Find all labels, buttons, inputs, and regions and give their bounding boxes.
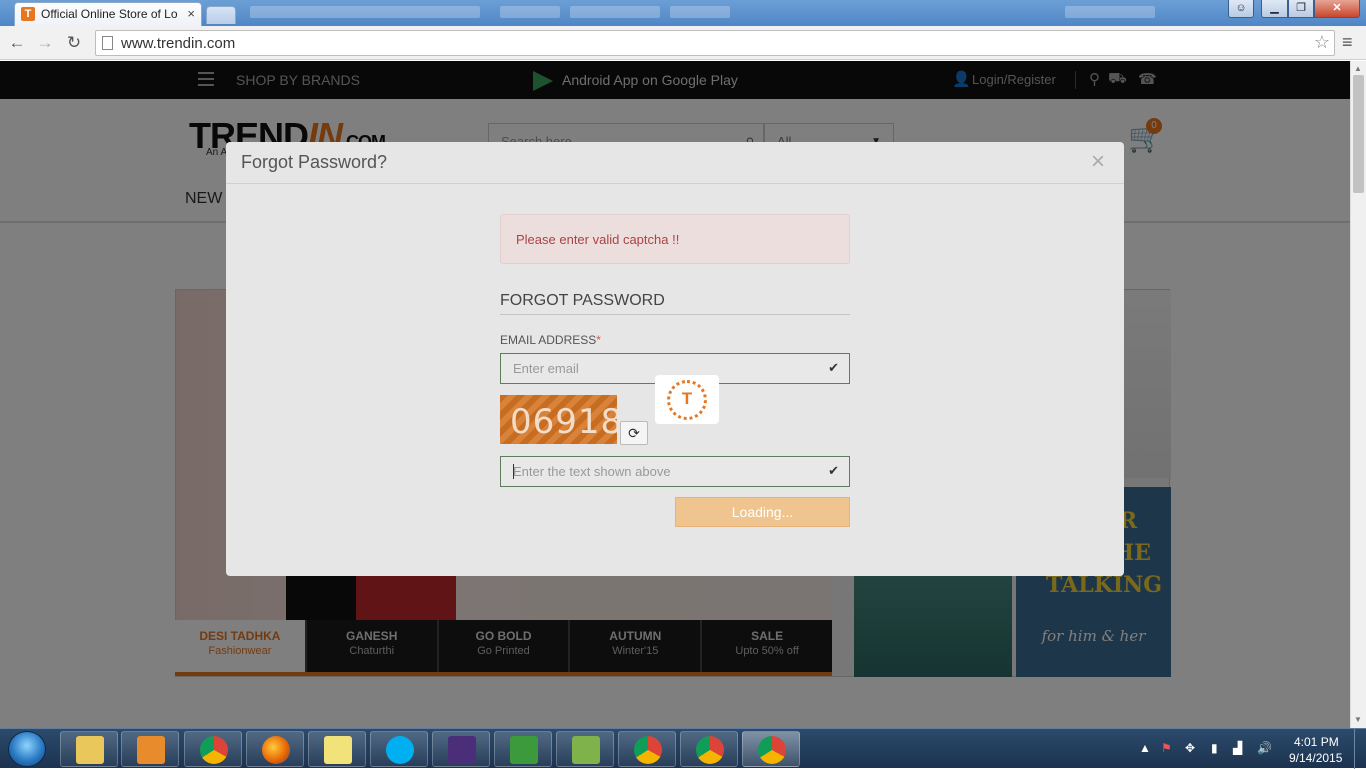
window-title-blur — [500, 6, 560, 18]
bookmark-star-icon[interactable]: ☆ — [1314, 32, 1330, 53]
taskbar-skype-button[interactable] — [370, 731, 428, 767]
forgot-password-modal: Forgot Password? × Please enter valid ca… — [226, 142, 1124, 576]
taskbar-chrome-button-2[interactable] — [618, 731, 676, 767]
show-desktop-button[interactable] — [1354, 729, 1366, 769]
media-player-icon — [137, 736, 165, 764]
browser-tab-active[interactable]: T Official Online Store of Lo × — [14, 2, 202, 26]
taskbar-media-button[interactable] — [121, 731, 179, 767]
notepad-icon — [572, 736, 600, 764]
action-center-flag-icon[interactable]: ⚑ — [1161, 741, 1172, 755]
tab-title: Official Online Store of Lo — [41, 7, 178, 21]
taskbar-app-s-button[interactable] — [494, 731, 552, 767]
user-profile-icon[interactable]: ☺ — [1228, 0, 1254, 18]
clock-time[interactable]: 4:01 PM — [1294, 735, 1339, 749]
taskbar-chrome-button-active[interactable] — [742, 731, 800, 767]
folder-icon — [76, 736, 104, 764]
taskbar-editor-button[interactable] — [556, 731, 614, 767]
spinner-logo: T — [681, 389, 693, 408]
taskbar-firefox-button[interactable] — [246, 731, 304, 767]
modal-dim-veil — [226, 142, 1124, 576]
java-ee-ide-icon — [448, 736, 476, 764]
chrome-icon — [758, 736, 786, 764]
start-button[interactable] — [8, 731, 46, 767]
reload-icon[interactable]: ↻ — [63, 32, 85, 54]
taskbar-chrome-button-3[interactable] — [680, 731, 738, 767]
taskbar-notes-button[interactable] — [308, 731, 366, 767]
chrome-icon — [200, 736, 228, 764]
clock-date[interactable]: 9/14/2015 — [1289, 751, 1342, 765]
scroll-thumb[interactable] — [1353, 75, 1364, 193]
scroll-up-icon[interactable]: ▲ — [1354, 64, 1362, 73]
window-title-blur — [570, 6, 660, 18]
green-s-app-icon — [510, 736, 538, 764]
volume-icon[interactable]: 🔊 — [1257, 741, 1272, 755]
url-text[interactable]: www.trendin.com — [121, 35, 235, 52]
address-bar[interactable]: www.trendin.com ☆ — [95, 30, 1335, 56]
site-favicon-icon: T — [21, 7, 35, 21]
scroll-down-icon[interactable]: ▼ — [1354, 715, 1362, 724]
page-viewport: SHOP BY BRANDS Android App on Google Pla… — [0, 61, 1350, 728]
tab-close-icon[interactable]: × — [187, 3, 195, 25]
maximize-button[interactable]: ❐ — [1288, 0, 1314, 18]
skype-icon — [386, 736, 414, 764]
page-icon — [102, 36, 113, 50]
close-window-button[interactable]: ✕ — [1314, 0, 1360, 18]
back-arrow-icon[interactable]: ← — [6, 32, 28, 54]
sticky-notes-icon — [324, 736, 352, 764]
new-tab-button[interactable] — [206, 6, 236, 24]
show-hidden-icons-icon[interactable]: ▲ — [1139, 741, 1151, 755]
window-title-blur — [670, 6, 730, 18]
window-title-blur — [1065, 6, 1155, 18]
windows-taskbar: ▲ ⚑ ✥ ▮ ▟ 🔊 4:01 PM 9/14/2015 — [0, 728, 1366, 769]
forward-arrow-icon[interactable]: → — [34, 32, 56, 54]
dropbox-icon[interactable]: ✥ — [1185, 741, 1195, 755]
minimize-button[interactable]: ▁ — [1261, 0, 1288, 18]
taskbar-explorer-button[interactable] — [60, 731, 118, 767]
chrome-icon — [634, 736, 662, 764]
page-scrollbar[interactable]: ▲ ▼ — [1350, 61, 1366, 728]
browser-titlebar: T Official Online Store of Lo × ☺ ▁ ❐ ✕ — [0, 0, 1366, 26]
loading-spinner: T — [655, 375, 719, 424]
taskbar-java-ide-button[interactable] — [432, 731, 490, 767]
browser-menu-icon[interactable]: ≡ — [1342, 32, 1353, 53]
taskbar-chrome-button[interactable] — [184, 731, 242, 767]
network-signal-icon[interactable]: ▟ — [1233, 741, 1242, 755]
battery-icon[interactable]: ▮ — [1211, 741, 1218, 755]
window-title-blur — [250, 6, 480, 18]
chrome-icon — [696, 736, 724, 764]
firefox-icon — [262, 736, 290, 764]
browser-toolbar: ← → ↻ www.trendin.com ☆ ≡ — [0, 26, 1366, 60]
